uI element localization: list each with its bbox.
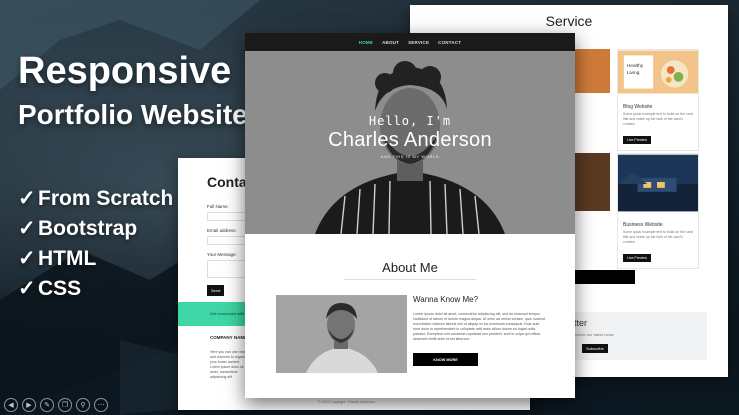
feature-item: ✓ CSS — [18, 274, 173, 304]
about-title: About Me — [382, 260, 438, 275]
check-icon: ✓ — [18, 187, 36, 210]
headline-line1: Responsive — [18, 50, 232, 92]
feature-label: CSS — [38, 277, 82, 300]
service-title: Service — [545, 13, 593, 29]
check-icon: ✓ — [18, 247, 36, 270]
feature-item: ✓ Bootstrap — [18, 214, 173, 244]
nav-contact[interactable]: CONTACT — [438, 40, 461, 45]
message-field[interactable] — [207, 260, 247, 278]
email-field[interactable] — [207, 236, 247, 245]
blog-thumbnail: Healthy Living — [618, 50, 698, 94]
newsletter-text: eceive our latest news — [574, 332, 614, 337]
email-label: Email address: — [207, 228, 237, 233]
feature-label: Bootstrap — [38, 217, 138, 240]
check-icon: ✓ — [18, 217, 36, 240]
service-card-name: Blog Website — [623, 104, 653, 110]
about-divider — [344, 279, 476, 280]
contact-title: Conta — [207, 174, 247, 190]
feature-item: ✓ From Scratch — [18, 184, 173, 214]
contact-banner: Get connected with — [178, 302, 248, 326]
full-name-label: Full Name: — [207, 204, 229, 209]
service-card-desc: Some quick example text to build on the … — [623, 112, 693, 126]
live-preview-button[interactable]: Live Preview — [623, 136, 651, 144]
nav-about[interactable]: ABOUT — [382, 40, 399, 45]
headline-line2: Portfolio Website — [18, 99, 248, 130]
hero-subtitle: AND THIS IS MY WORLD — [380, 154, 440, 159]
prev-icon[interactable]: ◀ — [4, 398, 18, 412]
feature-list: ✓ From Scratch ✓ Bootstrap ✓ HTML ✓ CSS — [18, 184, 173, 304]
navbar: HOME ABOUT SERVICE CONTACT — [245, 33, 575, 51]
more-icon[interactable]: ⋯ — [94, 398, 108, 412]
service-card-business: Business Website Some quick example text… — [617, 153, 699, 269]
company-desc: Here you can use rows and columns to org… — [210, 350, 249, 379]
svg-text:Healthy: Healthy — [627, 63, 644, 69]
full-name-field[interactable] — [207, 212, 247, 221]
zoom-icon[interactable]: ⚲ — [76, 398, 90, 412]
live-preview-button[interactable]: Live Preview — [623, 254, 651, 262]
headline: Responsive Portfolio Website — [18, 48, 248, 134]
service-card-partial — [570, 153, 610, 211]
message-label: Your Message: — [207, 252, 237, 257]
nav-home[interactable]: HOME — [359, 40, 373, 45]
service-card-name: Business Website — [623, 222, 663, 228]
feature-label: From Scratch — [38, 187, 174, 210]
newsletter-section: tter eceive our latest news Subscribe — [562, 312, 707, 360]
service-card-desc: Some quick example text to build on the … — [623, 230, 693, 244]
copyright: © 2022 Copyright: Charles Anderson — [318, 400, 376, 404]
about-photo — [276, 295, 407, 373]
send-button[interactable]: Send — [207, 285, 225, 296]
service-card-partial — [570, 49, 610, 93]
about-text: Lorem ipsum dolor sit amet, consectetur … — [413, 312, 545, 341]
service-card-blog: Healthy Living Blog Website Some quick e… — [617, 49, 699, 151]
main-page-preview: HOME ABOUT SERVICE CONTACT Hello, I'm Ch… — [245, 33, 575, 398]
about-heading: Wanna Know Me? — [413, 295, 479, 304]
feature-label: HTML — [38, 247, 97, 270]
presentation-toolbar: ◀ ▶ ✎ ❐ ⚲ ⋯ — [4, 398, 108, 412]
check-icon: ✓ — [18, 277, 36, 300]
subscribe-button[interactable]: Subscribe — [582, 344, 608, 353]
hero-section: Hello, I'm Charles Anderson AND THIS IS … — [245, 51, 575, 234]
nav-service[interactable]: SERVICE — [408, 40, 429, 45]
know-more-button[interactable]: KNOW MORE — [413, 353, 478, 366]
business-thumbnail — [618, 154, 698, 212]
copy-icon[interactable]: ❐ — [58, 398, 72, 412]
play-icon[interactable]: ▶ — [22, 398, 36, 412]
newsletter-title: tter — [574, 318, 588, 328]
svg-text:Living: Living — [627, 70, 640, 76]
hero-name: Charles Anderson — [328, 129, 492, 151]
edit-icon[interactable]: ✎ — [40, 398, 54, 412]
company-name: COMPANY NAME — [210, 335, 248, 340]
feature-item: ✓ HTML — [18, 244, 173, 274]
contact-banner-text: Get connected with — [210, 311, 245, 316]
hero-greeting: Hello, I'm — [368, 114, 452, 128]
